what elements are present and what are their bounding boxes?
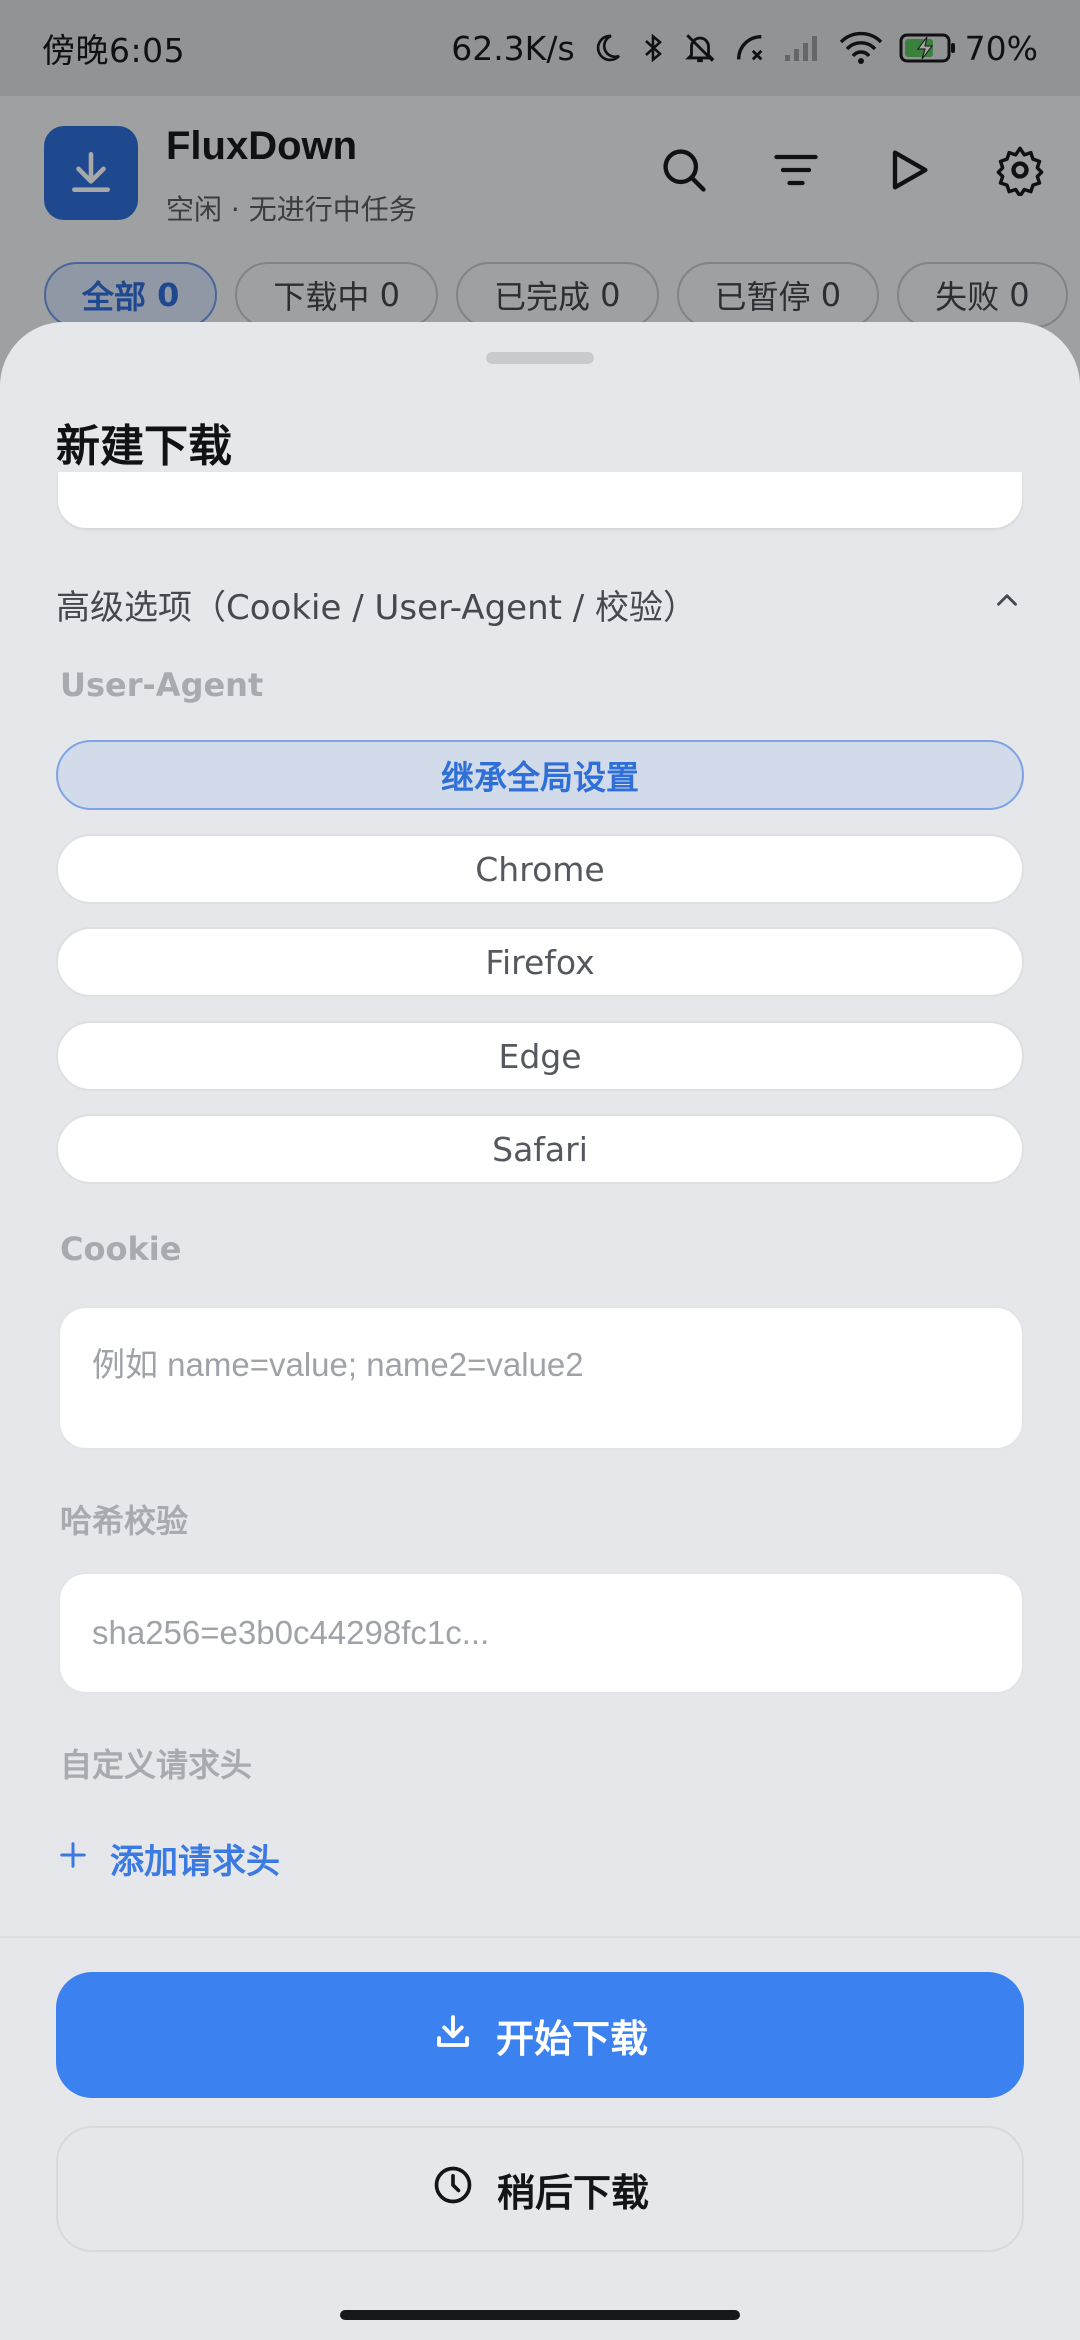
sheet-title: 新建下载: [56, 421, 232, 472]
clock-icon: [431, 2163, 475, 2216]
home-indicator[interactable]: [340, 2310, 740, 2320]
user-agent-label: User-Agent: [60, 666, 264, 704]
ua-option-chrome[interactable]: Chrome: [56, 834, 1024, 904]
plus-icon: [58, 1839, 88, 1879]
new-download-sheet: 新建下载 高级选项（Cookie / User-Agent / 校验） User…: [0, 322, 1080, 2340]
start-download-label: 开始下载: [495, 2016, 648, 2061]
download-later-label: 稍后下载: [496, 2170, 649, 2215]
chevron-up-icon: [990, 583, 1024, 626]
start-download-button[interactable]: 开始下载: [56, 1972, 1024, 2098]
custom-headers-label: 自定义请求头: [60, 1746, 253, 1784]
ua-option-safari[interactable]: Safari: [56, 1114, 1024, 1184]
download-icon: [432, 2010, 474, 2061]
cookie-label: Cookie: [60, 1230, 182, 1268]
ua-option-firefox[interactable]: Firefox: [56, 927, 1024, 997]
ua-option-edge[interactable]: Edge: [56, 1021, 1024, 1091]
hash-input[interactable]: sha256=e3b0c44298fc1c...: [58, 1572, 1024, 1694]
scrolled-field: [58, 472, 1022, 528]
advanced-options-toggle[interactable]: 高级选项（Cookie / User-Agent / 校验）: [56, 558, 1024, 650]
add-header-label: 添加请求头: [110, 1842, 280, 1882]
hash-placeholder: sha256=e3b0c44298fc1c...: [92, 1614, 490, 1651]
sheet-divider: [0, 1936, 1080, 1938]
download-later-button[interactable]: 稍后下载: [56, 2126, 1024, 2252]
hash-label: 哈希校验: [60, 1502, 189, 1540]
drag-handle[interactable]: [486, 352, 594, 364]
add-header-button[interactable]: 添加请求头: [58, 1834, 280, 1883]
ua-option-inherit[interactable]: 继承全局设置: [56, 740, 1024, 810]
cookie-input[interactable]: 例如 name=value; name2=value2: [58, 1306, 1024, 1450]
cookie-placeholder: 例如 name=value; name2=value2: [92, 1346, 584, 1383]
advanced-options-label: 高级选项（Cookie / User-Agent / 校验）: [56, 587, 698, 628]
